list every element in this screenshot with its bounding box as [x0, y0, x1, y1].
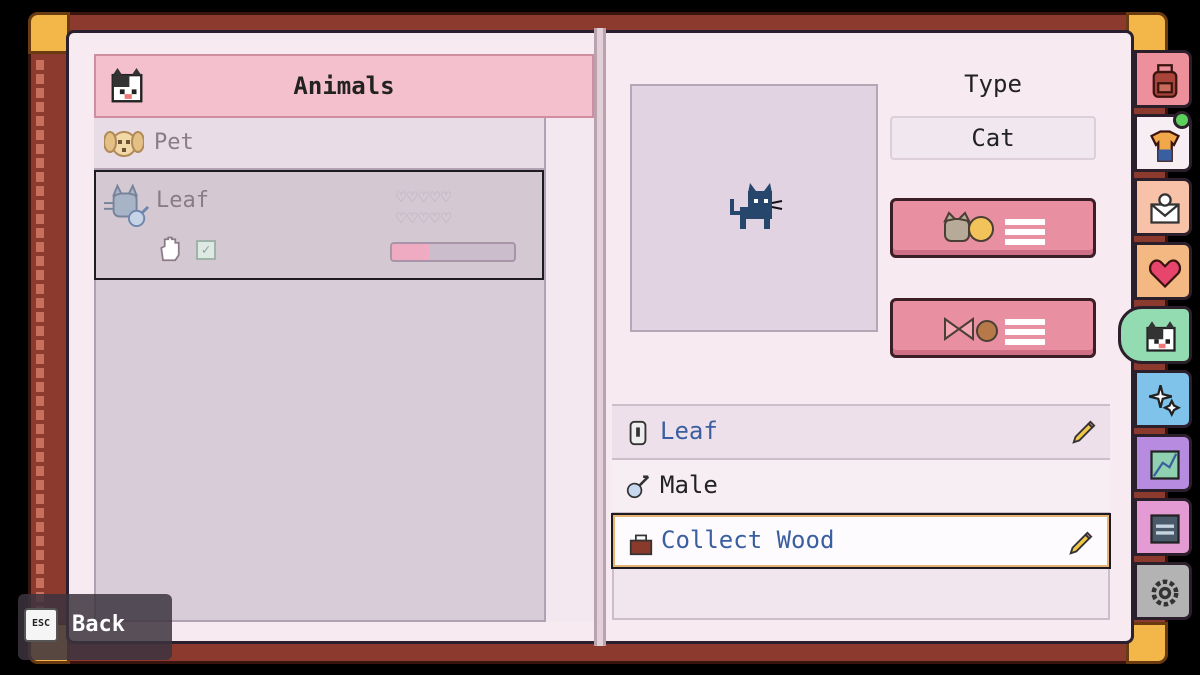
list-item-label: Leaf: [156, 188, 209, 213]
cat-male-icon: [104, 183, 150, 228]
sparkle-icon: [1148, 384, 1182, 418]
animal-list-button[interactable]: [890, 198, 1096, 258]
dog-icon: [104, 131, 144, 157]
checkbox-icon[interactable]: ✓: [196, 240, 216, 260]
job-bag-icon: [629, 534, 653, 556]
back-button[interactable]: ESC Back: [18, 594, 172, 660]
map-icon: [1150, 450, 1180, 480]
name-row[interactable]: Leaf: [612, 406, 1110, 460]
gender-row: Male: [612, 460, 1110, 514]
animal-portrait: [630, 84, 878, 332]
backpack-icon: [1152, 64, 1178, 98]
tab-clothing[interactable]: [1134, 111, 1192, 172]
animals-icon: [1146, 321, 1176, 352]
journal-icon: [1150, 514, 1180, 544]
cat-sprite-icon: [730, 183, 783, 229]
settings-icon: [1151, 579, 1179, 607]
job-row[interactable]: Collect Wood: [611, 513, 1111, 569]
progress-fill: [392, 244, 429, 260]
tab-relationships[interactable]: [1134, 242, 1192, 300]
bow-mitt-list-icon: [944, 317, 1045, 345]
list-header: Animals: [94, 54, 594, 118]
tab-journal[interactable]: [1134, 498, 1192, 556]
list-item-label: Pet: [154, 130, 194, 155]
tab-settings[interactable]: [1134, 562, 1192, 620]
shirt-icon: [1149, 130, 1181, 162]
list-item-pet[interactable]: Pet: [94, 118, 544, 170]
animal-gender: Male: [660, 471, 718, 499]
tab-backpack[interactable]: [1134, 50, 1192, 108]
back-label: Back: [72, 612, 125, 637]
pencil-icon[interactable]: [1070, 420, 1096, 446]
tab-map[interactable]: [1134, 434, 1192, 492]
notification-badge: [1173, 111, 1191, 129]
pencil-icon[interactable]: [1067, 531, 1093, 557]
hand-icon[interactable]: [156, 234, 184, 262]
type-label: Type: [964, 70, 1022, 98]
book-corner: [28, 12, 70, 54]
list-title: Animals: [293, 72, 395, 100]
cover-stitching: [36, 60, 44, 620]
tab-animals[interactable]: [1118, 306, 1192, 364]
friendship-hearts: ♡♡♡♡♡ ♡♡♡♡♡: [396, 188, 453, 229]
list-scrollbar[interactable]: [544, 118, 594, 622]
items-list-button[interactable]: [890, 298, 1096, 358]
heart-icon: [1148, 259, 1182, 289]
esc-key-icon: ESC: [24, 608, 58, 642]
mail-icon: [1150, 193, 1180, 224]
type-value: Cat: [890, 116, 1096, 160]
animal-name: Leaf: [660, 417, 718, 445]
name-tag-icon: [629, 420, 647, 446]
book-spine: [594, 28, 606, 646]
tab-skills[interactable]: [1134, 370, 1192, 428]
cat-dog-list-icon: [943, 211, 1045, 245]
male-symbol-icon: [626, 475, 650, 499]
animal-job: Collect Wood: [661, 526, 835, 554]
list-item-leaf[interactable]: Leaf ♡♡♡♡♡ ♡♡♡♡♡ ✓: [94, 170, 544, 280]
friendship-progress-bar: [390, 242, 516, 262]
tab-mail[interactable]: [1134, 178, 1192, 236]
